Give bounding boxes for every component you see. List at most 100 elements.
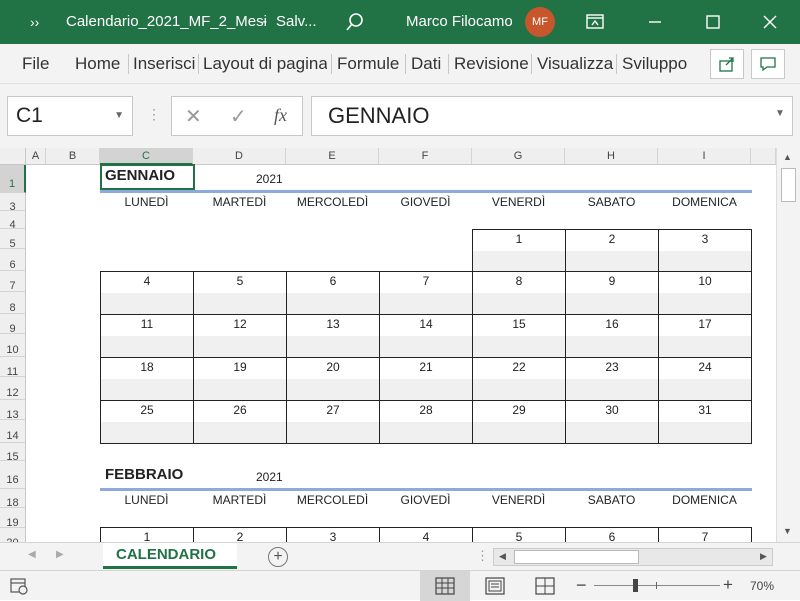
tab-home[interactable]: Home [75,44,120,84]
day-cell[interactable]: 17 [658,314,752,358]
tab-developer[interactable]: Sviluppo [622,44,687,84]
row-header-16[interactable]: 16 [0,461,26,489]
row-header-1[interactable]: 1 [0,165,26,193]
select-all-corner[interactable] [0,148,26,165]
name-box[interactable]: C1 ▼ [7,96,133,136]
enter-icon[interactable]: ✓ [230,104,247,129]
column-header-a[interactable]: A [26,148,46,165]
scrollbar-thumb[interactable] [781,168,796,202]
row-header-10[interactable]: 10 [0,334,26,357]
scrollbar-thumb[interactable] [514,550,639,564]
column-header-f[interactable]: F [379,148,472,165]
row-header-13[interactable]: 13 [0,400,26,421]
row-header-11[interactable]: 11 [0,357,26,378]
zoom-level[interactable]: 70% [750,579,774,593]
day-cell[interactable]: 10 [658,271,752,315]
worksheet-grid[interactable]: ABCDEFGHI 1345678910111213141516181920 G… [0,148,800,542]
day-cell[interactable]: 7 [379,271,473,315]
search-icon[interactable] [340,0,370,44]
row-header-19[interactable]: 19 [0,508,26,529]
row-header-7[interactable]: 7 [0,271,26,292]
quick-access-overflow-button[interactable]: ›› [30,0,39,44]
row-header-15[interactable]: 15 [0,443,26,463]
tab-bar-drag-handle[interactable]: ⋮ [476,548,489,564]
day-cell[interactable]: 21 [379,357,473,401]
row-header-9[interactable]: 9 [0,314,26,335]
row-header-4[interactable]: 4 [0,211,26,231]
day-cell[interactable]: 5 [193,271,287,315]
day-cell[interactable]: 3 [286,527,380,542]
column-header-c[interactable]: C [100,148,193,165]
day-cell[interactable]: 29 [472,400,566,444]
macro-record-icon[interactable] [10,577,28,600]
day-cell[interactable]: 16 [565,314,659,358]
ribbon-display-options-icon[interactable] [585,0,613,44]
scroll-left-icon[interactable]: ◀ [499,551,506,562]
add-sheet-button[interactable]: + [268,547,288,567]
expand-formula-bar-icon[interactable]: ▼ [775,108,785,119]
tab-review[interactable]: Revisione [454,44,529,84]
tab-file[interactable]: File [22,44,49,84]
user-name[interactable]: Marco Filocamo [406,0,513,44]
vertical-scrollbar[interactable]: ▲ ▼ [776,148,800,542]
page-layout-view-button[interactable] [485,577,505,600]
day-cell[interactable]: 14 [379,314,473,358]
row-header-6[interactable]: 6 [0,249,26,271]
scroll-sheets-right-icon[interactable]: ▶ [56,549,64,560]
day-cell[interactable]: 6 [565,527,659,542]
scroll-down-icon[interactable]: ▼ [783,526,792,536]
day-cell[interactable]: 19 [193,357,287,401]
row-header-3[interactable]: 3 [0,193,26,213]
day-cell[interactable]: 15 [472,314,566,358]
column-header-h[interactable]: H [565,148,658,165]
row-header-14[interactable]: 14 [0,420,26,443]
day-cell[interactable]: 7 [658,527,752,542]
comments-button[interactable] [751,49,785,79]
day-cell[interactable]: 12 [193,314,287,358]
day-cell[interactable]: 24 [658,357,752,401]
normal-view-button[interactable] [420,571,470,601]
formula-bar-drag-handle[interactable]: ⋮ [147,106,161,123]
tab-insert[interactable]: Inserisci [133,44,195,84]
tab-view[interactable]: Visualizza [537,44,613,84]
day-cell[interactable]: 4 [379,527,473,542]
day-cell[interactable]: 8 [472,271,566,315]
zoom-out-button[interactable]: − [576,575,587,596]
day-cell[interactable]: 5 [472,527,566,542]
day-cell[interactable]: 2 [565,229,659,273]
day-cell[interactable]: 6 [286,271,380,315]
insert-function-icon[interactable]: fx [274,105,287,126]
horizontal-scrollbar[interactable]: ◀ ▶ [493,548,773,566]
day-cell[interactable]: 2 [193,527,287,542]
zoom-in-button[interactable]: + [723,575,733,595]
row-header-12[interactable]: 12 [0,377,26,400]
close-icon[interactable] [760,0,784,44]
maximize-icon[interactable] [703,0,727,44]
column-header-g[interactable]: G [472,148,565,165]
day-cell[interactable]: 18 [100,357,194,401]
day-cell[interactable]: 30 [565,400,659,444]
day-cell[interactable]: 23 [565,357,659,401]
cancel-icon[interactable]: ✕ [185,104,202,129]
row-header-5[interactable]: 5 [0,229,26,250]
formula-input[interactable]: GENNAIO [311,96,793,136]
column-header-b[interactable]: B [46,148,100,165]
day-cell[interactable]: 26 [193,400,287,444]
row-header-8[interactable]: 8 [0,292,26,314]
sheet-tab-calendario[interactable]: CALENDARIO [103,543,237,569]
day-cell[interactable]: 3 [658,229,752,273]
day-cell[interactable]: 11 [100,314,194,358]
share-button[interactable] [710,49,744,79]
zoom-slider[interactable] [594,579,720,592]
scroll-sheets-left-icon[interactable]: ◀ [28,549,36,560]
day-cell[interactable]: 31 [658,400,752,444]
scroll-up-icon[interactable]: ▲ [783,152,792,162]
row-header-20[interactable]: 20 [0,528,26,542]
day-cell[interactable]: 1 [100,527,194,542]
day-cell[interactable]: 25 [100,400,194,444]
day-cell[interactable]: 27 [286,400,380,444]
day-cell[interactable]: 28 [379,400,473,444]
day-cell[interactable]: 4 [100,271,194,315]
day-cell[interactable]: 22 [472,357,566,401]
column-header-e[interactable]: E [286,148,379,165]
